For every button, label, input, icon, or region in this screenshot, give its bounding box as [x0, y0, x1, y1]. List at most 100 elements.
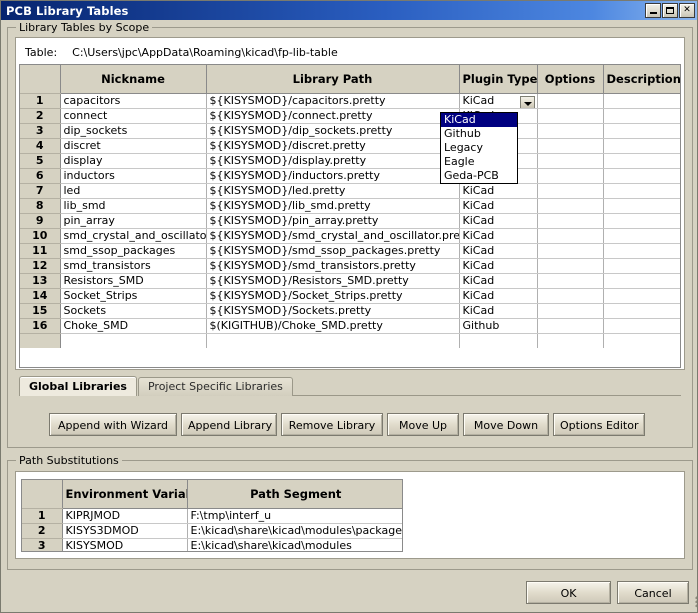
options-cell[interactable]: [537, 273, 603, 288]
nickname-cell[interactable]: dip_sockets: [60, 123, 206, 138]
options-cell[interactable]: [537, 183, 603, 198]
options-cell[interactable]: [537, 123, 603, 138]
table-row[interactable]: 2KISYS3DMODE:\kicad\share\kicad\modules\…: [22, 523, 403, 538]
row-number-cell[interactable]: 4: [20, 138, 60, 153]
library-path-cell[interactable]: ${KISYSMOD}/inductors.pretty: [206, 168, 459, 183]
library-path-cell[interactable]: ${KISYSMOD}/connect.pretty: [206, 108, 459, 123]
environment-variable-cell[interactable]: KISYSMOD: [62, 538, 187, 552]
options-cell[interactable]: [537, 318, 603, 333]
nickname-cell[interactable]: display: [60, 153, 206, 168]
action-button-move-up[interactable]: Move Up: [387, 413, 459, 436]
plugin-type-dropdown-list[interactable]: KiCadGithubLegacyEagleGeda-PCB: [440, 112, 518, 184]
close-button[interactable]: ✕: [679, 3, 695, 18]
library-path-cell[interactable]: ${KISYSMOD}/display.pretty: [206, 153, 459, 168]
row-number-cell[interactable]: 16: [20, 318, 60, 333]
row-number-cell[interactable]: 15: [20, 303, 60, 318]
dropdown-option[interactable]: Github: [441, 127, 517, 141]
path-segment-cell[interactable]: E:\kicad\share\kicad\modules: [187, 538, 403, 552]
table-row[interactable]: 12smd_transistors${KISYSMOD}/smd_transis…: [20, 258, 680, 273]
options-cell[interactable]: [537, 138, 603, 153]
column-header-nickname[interactable]: Nickname: [60, 65, 206, 93]
plugin-type-cell[interactable]: KiCad: [459, 93, 537, 108]
action-button-append-library[interactable]: Append Library: [181, 413, 277, 436]
description-cell[interactable]: [603, 258, 680, 273]
plugin-type-cell[interactable]: KiCad: [459, 288, 537, 303]
row-number-cell[interactable]: 1: [20, 93, 60, 108]
action-button-remove-library[interactable]: Remove Library: [281, 413, 383, 436]
table-row[interactable]: 8lib_smd${KISYSMOD}/lib_smd.prettyKiCad: [20, 198, 680, 213]
row-number-cell[interactable]: 8: [20, 198, 60, 213]
dropdown-option[interactable]: Geda-PCB: [441, 169, 517, 183]
nickname-cell[interactable]: smd_transistors: [60, 258, 206, 273]
library-table-grid[interactable]: Nickname Library Path Plugin Type Option…: [19, 64, 681, 368]
nickname-cell[interactable]: Choke_SMD: [60, 318, 206, 333]
table-row[interactable]: 7led${KISYSMOD}/led.prettyKiCad: [20, 183, 680, 198]
row-number-cell[interactable]: 3: [20, 123, 60, 138]
column-header-path-segment[interactable]: Path Segment: [187, 480, 403, 508]
options-cell[interactable]: [537, 213, 603, 228]
library-path-cell[interactable]: ${KISYSMOD}/discret.pretty: [206, 138, 459, 153]
options-cell[interactable]: [537, 108, 603, 123]
plugin-type-cell[interactable]: KiCad: [459, 243, 537, 258]
environment-variable-cell[interactable]: KISYS3DMOD: [62, 523, 187, 538]
path-segment-cell[interactable]: E:\kicad\share\kicad\modules\packages3d: [187, 523, 403, 538]
table-row[interactable]: 3KISYSMODE:\kicad\share\kicad\modules: [22, 538, 403, 552]
dropdown-option[interactable]: Legacy: [441, 141, 517, 155]
table-row[interactable]: 3dip_sockets${KISYSMOD}/dip_sockets.pret…: [20, 123, 680, 138]
action-button-move-down[interactable]: Move Down: [463, 413, 549, 436]
path-segment-cell[interactable]: F:\tmp\interf_u: [187, 508, 403, 523]
description-cell[interactable]: [603, 93, 680, 108]
chevron-down-icon[interactable]: [520, 96, 535, 109]
library-path-cell[interactable]: ${KISYSMOD}/Socket_Strips.pretty: [206, 288, 459, 303]
nickname-cell[interactable]: inductors: [60, 168, 206, 183]
row-number-cell[interactable]: 13: [20, 273, 60, 288]
row-number-cell[interactable]: 12: [20, 258, 60, 273]
library-path-cell[interactable]: ${KISYSMOD}/Resistors_SMD.pretty: [206, 273, 459, 288]
table-row[interactable]: 16Choke_SMD$(KIGITHUB)/Choke_SMD.prettyG…: [20, 318, 680, 333]
library-path-cell[interactable]: ${KISYSMOD}/smd_crystal_and_oscillator.p…: [206, 228, 459, 243]
table-row[interactable]: 4discret${KISYSMOD}/discret.prettyKiCad: [20, 138, 680, 153]
column-header-environment-variable[interactable]: Environment Variable: [62, 480, 187, 508]
nickname-cell[interactable]: capacitors: [60, 93, 206, 108]
column-header-description[interactable]: Description: [603, 65, 680, 93]
dropdown-option[interactable]: KiCad: [441, 113, 517, 127]
nickname-cell[interactable]: smd_crystal_and_oscillator: [60, 228, 206, 243]
table-row[interactable]: 15Sockets${KISYSMOD}/Sockets.prettyKiCad: [20, 303, 680, 318]
description-cell[interactable]: [603, 288, 680, 303]
table-row[interactable]: 1capacitors${KISYSMOD}/capacitors.pretty…: [20, 93, 680, 108]
nickname-cell[interactable]: Socket_Strips: [60, 288, 206, 303]
library-path-cell[interactable]: $(KIGITHUB)/Choke_SMD.pretty: [206, 318, 459, 333]
cancel-button[interactable]: Cancel: [617, 581, 689, 604]
row-number-cell[interactable]: 2: [20, 108, 60, 123]
row-number-cell[interactable]: 7: [20, 183, 60, 198]
plugin-type-cell[interactable]: KiCad: [459, 273, 537, 288]
library-path-cell[interactable]: ${KISYSMOD}/pin_array.pretty: [206, 213, 459, 228]
description-cell[interactable]: [603, 138, 680, 153]
plugin-type-cell[interactable]: KiCad: [459, 213, 537, 228]
options-cell[interactable]: [537, 243, 603, 258]
row-number-cell[interactable]: 11: [20, 243, 60, 258]
description-cell[interactable]: [603, 168, 680, 183]
table-row[interactable]: 13Resistors_SMD${KISYSMOD}/Resistors_SMD…: [20, 273, 680, 288]
library-path-cell[interactable]: ${KISYSMOD}/led.pretty: [206, 183, 459, 198]
table-row[interactable]: 14Socket_Strips${KISYSMOD}/Socket_Strips…: [20, 288, 680, 303]
description-cell[interactable]: [603, 153, 680, 168]
description-cell[interactable]: [603, 198, 680, 213]
nickname-cell[interactable]: smd_ssop_packages: [60, 243, 206, 258]
plugin-type-cell[interactable]: KiCad: [459, 303, 537, 318]
table-row[interactable]: 9pin_array${KISYSMOD}/pin_array.prettyKi…: [20, 213, 680, 228]
nickname-cell[interactable]: lib_smd: [60, 198, 206, 213]
options-cell[interactable]: [537, 258, 603, 273]
nickname-cell[interactable]: discret: [60, 138, 206, 153]
table-row[interactable]: 11smd_ssop_packages${KISYSMOD}/smd_ssop_…: [20, 243, 680, 258]
options-cell[interactable]: [537, 228, 603, 243]
nickname-cell[interactable]: Sockets: [60, 303, 206, 318]
description-cell[interactable]: [603, 318, 680, 333]
action-button-append-with-wizard[interactable]: Append with Wizard: [49, 413, 177, 436]
description-cell[interactable]: [603, 303, 680, 318]
environment-variable-cell[interactable]: KIPRJMOD: [62, 508, 187, 523]
path-substitutions-grid[interactable]: Environment Variable Path Segment 1KIPRJ…: [21, 479, 403, 552]
description-cell[interactable]: [603, 273, 680, 288]
options-cell[interactable]: [537, 168, 603, 183]
plugin-type-cell[interactable]: Github: [459, 318, 537, 333]
